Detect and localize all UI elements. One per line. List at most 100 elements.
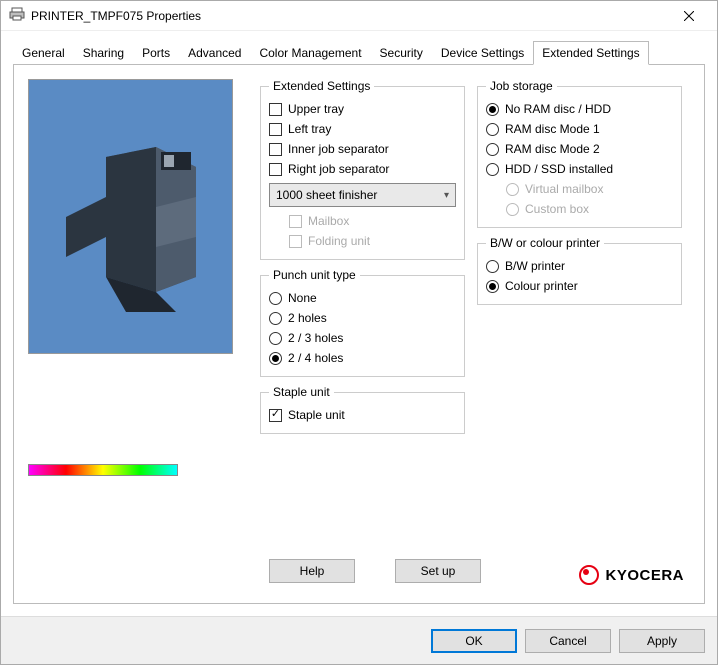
ram-mode1-label: RAM disc Mode 1 [505,122,600,136]
preview-column [28,79,248,589]
brand-logo: KYOCERA [579,565,684,585]
ram-mode2-radio[interactable]: RAM disc Mode 2 [486,139,673,159]
brand-text: KYOCERA [605,567,684,584]
no-ram-label: No RAM disc / HDD [505,102,611,116]
right-job-separator-label: Right job separator [288,162,389,176]
punch-unit-legend: Punch unit type [269,268,360,282]
punch-none-radio[interactable]: None [269,288,456,308]
colour-printer-label: Colour printer [505,279,578,293]
folding-unit-checkbox: Folding unit [289,231,456,251]
staple-unit-label: Staple unit [288,408,345,422]
tab-panel: Extended Settings Upper tray Left tray I… [13,64,705,604]
ok-button[interactable]: OK [431,629,517,653]
extended-settings-group: Extended Settings Upper tray Left tray I… [260,79,465,260]
apply-button[interactable]: Apply [619,629,705,653]
radio-icon [269,292,282,305]
window-title: PRINTER_TMPF075 Properties [31,9,669,23]
close-icon [684,11,694,21]
dialog-footer: OK Cancel Apply [1,616,717,664]
bw-colour-group: B/W or colour printer B/W printer Colour… [477,236,682,305]
ram-mode2-label: RAM disc Mode 2 [505,142,600,156]
checkbox-icon [269,163,282,176]
punch-2holes-radio[interactable]: 2 holes [269,308,456,328]
ram-mode1-radio[interactable]: RAM disc Mode 1 [486,119,673,139]
custom-box-label: Custom box [525,202,589,216]
finisher-select-value: 1000 sheet finisher [276,188,377,202]
inner-job-separator-label: Inner job separator [288,142,389,156]
left-tray-checkbox[interactable]: Left tray [269,119,456,139]
mailbox-checkbox: Mailbox [289,211,456,231]
printer-preview [28,79,233,354]
radio-icon [486,163,499,176]
staple-unit-group: Staple unit Staple unit [260,385,465,434]
color-spectrum-bar [28,464,178,476]
checkbox-icon [269,409,282,422]
finisher-select[interactable]: 1000 sheet finisher ▾ [269,183,456,207]
radio-icon [269,332,282,345]
extended-settings-legend: Extended Settings [269,79,374,93]
hdd-installed-label: HDD / SSD installed [505,162,613,176]
inner-job-separator-checkbox[interactable]: Inner job separator [269,139,456,159]
punch-23holes-label: 2 / 3 holes [288,331,343,345]
right-job-separator-checkbox[interactable]: Right job separator [269,159,456,179]
radio-icon [269,352,282,365]
radio-icon [269,312,282,325]
folding-unit-label: Folding unit [308,234,370,248]
tabs-row: General Sharing Ports Advanced Color Man… [1,31,717,65]
tab-extended-settings[interactable]: Extended Settings [533,41,648,65]
upper-tray-checkbox[interactable]: Upper tray [269,99,456,119]
help-button[interactable]: Help [269,559,355,583]
job-storage-group: Job storage No RAM disc / HDD RAM disc M… [477,79,682,228]
tab-security[interactable]: Security [371,41,432,65]
mailbox-label: Mailbox [308,214,349,228]
checkbox-icon [269,143,282,156]
properties-window: PRINTER_TMPF075 Properties General Shari… [0,0,718,665]
virtual-mailbox-radio: Virtual mailbox [506,179,673,199]
no-ram-radio[interactable]: No RAM disc / HDD [486,99,673,119]
radio-icon [486,123,499,136]
cancel-button[interactable]: Cancel [525,629,611,653]
printer-illustration-icon [46,117,216,317]
radio-icon [486,103,499,116]
punch-24holes-radio[interactable]: 2 / 4 holes [269,348,456,368]
action-buttons-row: Help Set up [269,559,481,583]
printer-icon [9,6,25,25]
staple-unit-checkbox[interactable]: Staple unit [269,405,456,425]
custom-box-radio: Custom box [506,199,673,219]
checkbox-icon [289,235,302,248]
punch-unit-group: Punch unit type None 2 holes 2 / 3 holes [260,268,465,377]
middle-column: Extended Settings Upper tray Left tray I… [260,79,465,589]
close-button[interactable] [669,2,709,30]
bw-colour-legend: B/W or colour printer [486,236,604,250]
punch-23holes-radio[interactable]: 2 / 3 holes [269,328,456,348]
tab-ports[interactable]: Ports [133,41,179,65]
checkbox-icon [269,123,282,136]
punch-24holes-label: 2 / 4 holes [288,351,343,365]
radio-icon [486,260,499,273]
chevron-down-icon: ▾ [444,190,449,201]
checkbox-icon [269,103,282,116]
colour-printer-radio[interactable]: Colour printer [486,276,673,296]
radio-icon [486,280,499,293]
staple-unit-legend: Staple unit [269,385,334,399]
right-column: Job storage No RAM disc / HDD RAM disc M… [477,79,682,589]
tab-sharing[interactable]: Sharing [74,41,133,65]
tab-color-management[interactable]: Color Management [250,41,370,65]
hdd-installed-radio[interactable]: HDD / SSD installed [486,159,673,179]
upper-tray-label: Upper tray [288,102,344,116]
tab-advanced[interactable]: Advanced [179,41,250,65]
punch-none-label: None [288,291,317,305]
tab-device-settings[interactable]: Device Settings [432,41,533,65]
bw-printer-label: B/W printer [505,259,565,273]
setup-button[interactable]: Set up [395,559,481,583]
titlebar: PRINTER_TMPF075 Properties [1,1,717,31]
left-tray-label: Left tray [288,122,331,136]
radio-icon [486,143,499,156]
radio-icon [506,203,519,216]
bw-printer-radio[interactable]: B/W printer [486,256,673,276]
checkbox-icon [289,215,302,228]
punch-2holes-label: 2 holes [288,311,327,325]
tab-general[interactable]: General [13,41,74,65]
radio-icon [506,183,519,196]
virtual-mailbox-label: Virtual mailbox [525,182,603,196]
